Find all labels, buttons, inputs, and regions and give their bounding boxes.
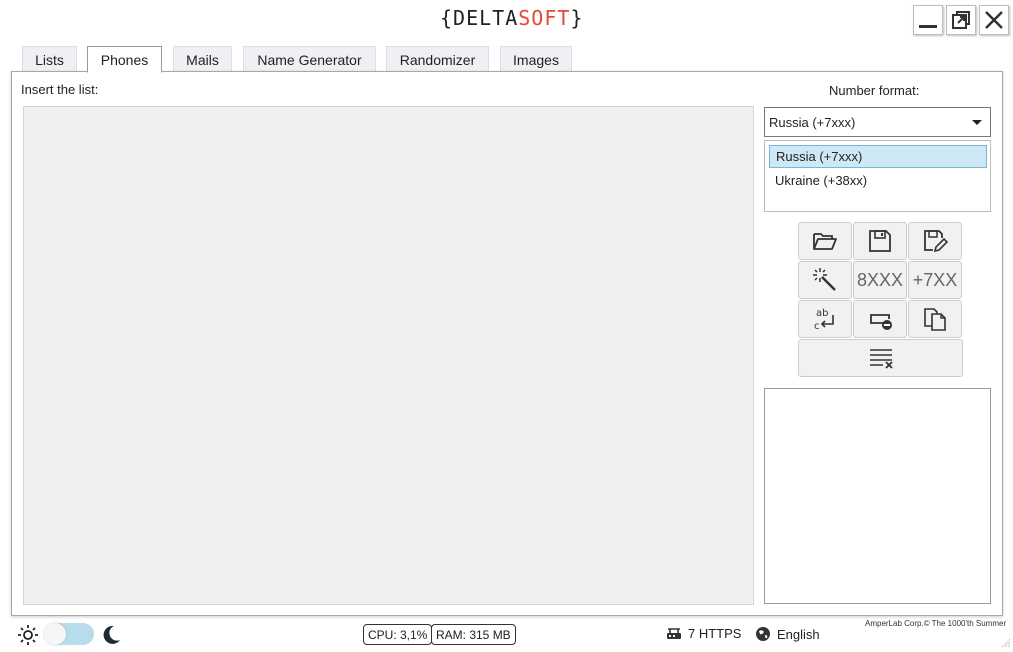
save-edit-button[interactable]	[908, 222, 962, 260]
phones-panel: Insert the list: Number format: Russia (…	[11, 71, 1003, 616]
replace-text-button[interactable]: ab c	[798, 300, 852, 338]
open-file-button[interactable]	[798, 222, 852, 260]
number-format-dropdown: Russia (+7xxx) Ukraine (+38xx)	[764, 140, 991, 212]
clear-list-button[interactable]	[798, 339, 963, 377]
logo-brace-open: {	[440, 6, 454, 30]
remove-field-icon	[870, 314, 892, 330]
tab-phones[interactable]: Phones	[87, 46, 162, 73]
format-7xx-button[interactable]: +7XX	[908, 261, 962, 299]
tab-lists[interactable]: Lists	[22, 46, 77, 72]
app-window: {DELTASOFT} Lists Phones Mails Name Gene…	[0, 0, 1013, 652]
ram-usage: RAM: 315 MB	[431, 624, 516, 645]
svg-text:ab: ab	[816, 308, 828, 319]
theme-toggle[interactable]	[44, 623, 94, 645]
language-selector[interactable]: English	[755, 626, 820, 642]
language-label: English	[777, 626, 820, 642]
theme-toggle-knob	[44, 623, 66, 645]
proxy-icon	[667, 627, 681, 639]
tab-randomizer[interactable]: Randomizer	[386, 46, 489, 72]
svg-text:c: c	[814, 321, 820, 332]
insert-list-label: Insert the list:	[21, 82, 99, 97]
dropdown-arrow-icon	[972, 120, 982, 125]
remove-field-button[interactable]	[853, 300, 907, 338]
auto-format-button[interactable]	[798, 261, 852, 299]
logo-brace-close: }	[570, 6, 584, 30]
status-bar: CPU: 3,1% RAM: 315 MB 7 HTTPS English Am…	[0, 616, 1013, 652]
number-format-label: Number format:	[829, 83, 920, 98]
globe-icon	[756, 627, 770, 641]
result-output[interactable]	[764, 388, 991, 604]
proxy-status[interactable]: 7 HTTPS	[666, 626, 741, 641]
close-icon	[985, 11, 1003, 29]
sun-icon[interactable]	[17, 624, 39, 646]
format-7xx-label: +7XX	[912, 269, 958, 290]
magic-wand-icon	[813, 268, 836, 291]
logo-part1: DELTA	[453, 6, 519, 30]
logo-part2: SOFT	[518, 6, 571, 30]
number-format-value: Russia (+7xxx)	[769, 114, 856, 130]
number-format-select[interactable]: Russia (+7xxx)	[764, 107, 991, 137]
restore-icon	[952, 11, 970, 29]
proxy-count: 7 HTTPS	[688, 626, 742, 641]
close-button[interactable]	[979, 5, 1009, 35]
format-8xxx-label: 8XXX	[856, 269, 904, 290]
tab-images[interactable]: Images	[500, 46, 572, 72]
save-edit-icon	[924, 230, 949, 253]
copy-icon	[924, 308, 946, 331]
tab-name-generator[interactable]: Name Generator	[243, 46, 376, 72]
save-button[interactable]	[853, 222, 907, 260]
app-logo: {DELTASOFT}	[440, 6, 582, 32]
resize-grip-icon[interactable]	[1001, 638, 1011, 648]
format-option-russia[interactable]: Russia (+7xxx)	[769, 145, 987, 168]
text-replace-icon: ab c	[814, 308, 834, 332]
cpu-usage: CPU: 3,1%	[363, 624, 433, 645]
moon-icon[interactable]	[100, 624, 122, 646]
save-icon	[869, 230, 891, 252]
minimize-button[interactable]	[913, 5, 943, 35]
tab-mails[interactable]: Mails	[173, 46, 232, 72]
phone-list-input[interactable]	[23, 106, 754, 605]
format-8xxx-button[interactable]: 8XXX	[853, 261, 907, 299]
minimize-icon	[919, 25, 937, 28]
clear-list-icon	[869, 349, 893, 369]
format-option-ukraine[interactable]: Ukraine (+38xx)	[769, 169, 987, 192]
folder-open-icon	[813, 233, 837, 250]
copy-button[interactable]	[908, 300, 962, 338]
copyright-text: AmperLab Corp.© The 1000'th Summer	[865, 619, 1007, 628]
restore-button[interactable]	[946, 5, 976, 35]
